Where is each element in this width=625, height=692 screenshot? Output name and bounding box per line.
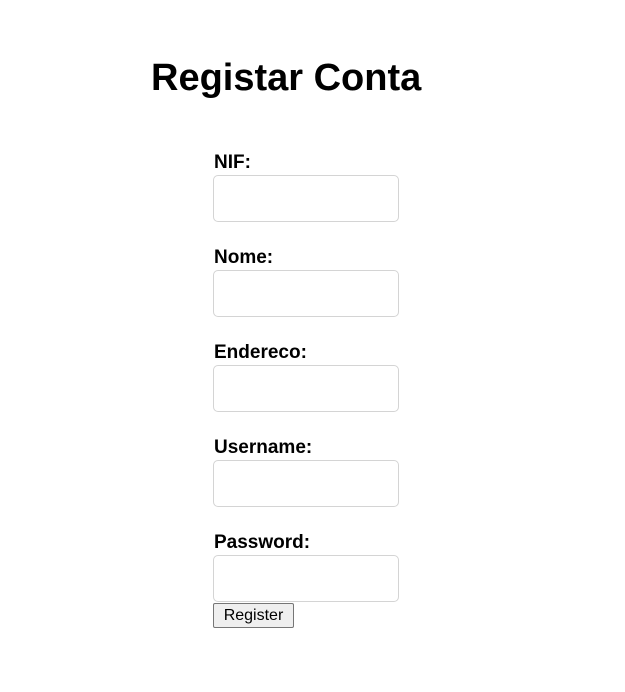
register-button[interactable]: Register [213, 603, 294, 628]
endereco-input[interactable] [213, 365, 399, 412]
nif-field-group: NIF: [213, 152, 413, 247]
endereco-field-group: Endereco: [213, 342, 413, 437]
register-form: NIF: Nome: Endereco: Username: Password:… [213, 152, 413, 628]
nif-input[interactable] [213, 175, 399, 222]
nif-label: NIF: [214, 152, 251, 173]
nome-label: Nome: [214, 247, 274, 268]
username-field-group: Username: [213, 437, 413, 532]
nome-input[interactable] [213, 270, 399, 317]
endereco-label: Endereco: [214, 342, 307, 363]
password-input[interactable] [213, 555, 399, 602]
nome-field-group: Nome: [213, 247, 413, 342]
username-input[interactable] [213, 460, 399, 507]
page-title: Registar Conta [151, 57, 422, 99]
password-label: Password: [214, 532, 311, 553]
password-field-group: Password: [213, 532, 413, 603]
username-label: Username: [214, 437, 313, 458]
